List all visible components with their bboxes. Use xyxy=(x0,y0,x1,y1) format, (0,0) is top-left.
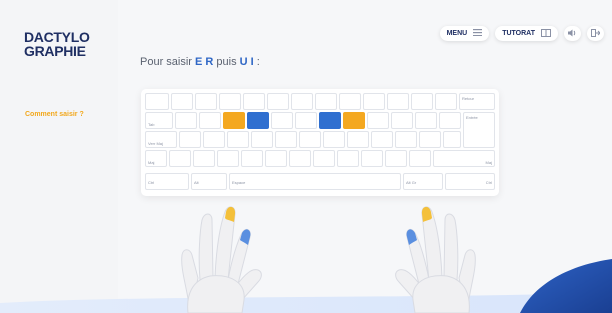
key xyxy=(217,150,239,167)
key xyxy=(145,93,169,110)
key-ctrl-right: Ctrl xyxy=(445,173,495,190)
key xyxy=(175,112,197,129)
key-ctrl-left: Ctrl xyxy=(145,173,189,190)
virtual-keyboard: Retour Tab Entrée Verr Maj Maj Maj Ctrl … xyxy=(141,89,499,196)
key xyxy=(363,93,385,110)
key xyxy=(299,131,321,148)
key-u-highlight xyxy=(319,112,341,129)
key xyxy=(395,131,417,148)
instruction-keys-right: U I xyxy=(239,56,254,68)
key xyxy=(203,131,225,148)
key xyxy=(179,131,201,148)
key xyxy=(443,131,461,148)
key xyxy=(323,131,345,148)
key-alt-gr: Alt Gr xyxy=(403,173,443,190)
decorative-wave xyxy=(0,259,612,313)
key xyxy=(271,112,293,129)
key-entree: Entrée xyxy=(463,112,495,148)
key-retour: Retour xyxy=(459,93,495,110)
key xyxy=(415,112,437,129)
exit-button[interactable] xyxy=(587,26,604,41)
key-shift-left: Maj xyxy=(145,150,167,167)
key-caps: Verr Maj xyxy=(145,131,177,148)
key xyxy=(289,150,311,167)
left-hand-illustration xyxy=(181,206,262,313)
key xyxy=(347,131,369,148)
menu-button[interactable]: MENU xyxy=(439,26,490,41)
key xyxy=(291,93,313,110)
key-shift-right: Maj xyxy=(433,150,495,167)
tutorial-label: TUTORAT xyxy=(502,30,535,37)
key xyxy=(267,93,289,110)
right-hand-illustration xyxy=(395,206,476,313)
how-to-type-link[interactable]: Comment saisir ? xyxy=(25,111,84,118)
key xyxy=(367,112,389,129)
key xyxy=(409,150,431,167)
key xyxy=(265,150,287,167)
key xyxy=(275,131,297,148)
key xyxy=(227,131,249,148)
logo-line1: DACTYLO xyxy=(24,29,90,45)
key xyxy=(371,131,393,148)
key xyxy=(171,93,193,110)
key xyxy=(241,150,263,167)
sound-button[interactable] xyxy=(564,26,581,41)
key xyxy=(439,112,461,129)
key xyxy=(339,93,361,110)
instruction-text: Pour saisir E R puis U I : xyxy=(140,56,260,68)
key-tab: Tab xyxy=(145,112,173,129)
hamburger-icon xyxy=(473,29,483,38)
key xyxy=(315,93,337,110)
tutorial-button[interactable]: TUTORAT xyxy=(495,26,558,41)
key xyxy=(169,150,191,167)
instruction-prefix: Pour saisir xyxy=(140,56,196,68)
key xyxy=(419,131,441,148)
key xyxy=(391,112,413,129)
key xyxy=(385,150,407,167)
instruction-suffix: : xyxy=(253,56,260,68)
key xyxy=(251,131,273,148)
menu-label: MENU xyxy=(446,30,468,37)
key xyxy=(195,93,217,110)
header-actions: MENU TUTORAT xyxy=(439,26,604,41)
key xyxy=(243,93,265,110)
key xyxy=(411,93,433,110)
app-logo[interactable]: DACTYLO GRAPHIE xyxy=(24,30,90,58)
key xyxy=(361,150,383,167)
key xyxy=(387,93,409,110)
key xyxy=(295,112,317,129)
key xyxy=(193,150,215,167)
key-r-highlight xyxy=(247,112,269,129)
key xyxy=(337,150,359,167)
key-e-highlight xyxy=(223,112,245,129)
book-icon xyxy=(541,28,551,39)
logo-line2: GRAPHIE xyxy=(24,43,86,59)
key-space: Espace xyxy=(229,173,401,190)
instruction-middle: puis xyxy=(213,56,240,68)
key xyxy=(219,93,241,110)
instruction-keys-left: E R xyxy=(195,56,214,68)
exit-icon xyxy=(591,28,601,39)
key-i-highlight xyxy=(343,112,365,129)
speaker-icon xyxy=(568,29,577,39)
key-alt: Alt xyxy=(191,173,227,190)
key xyxy=(435,93,457,110)
key xyxy=(199,112,221,129)
key xyxy=(313,150,335,167)
